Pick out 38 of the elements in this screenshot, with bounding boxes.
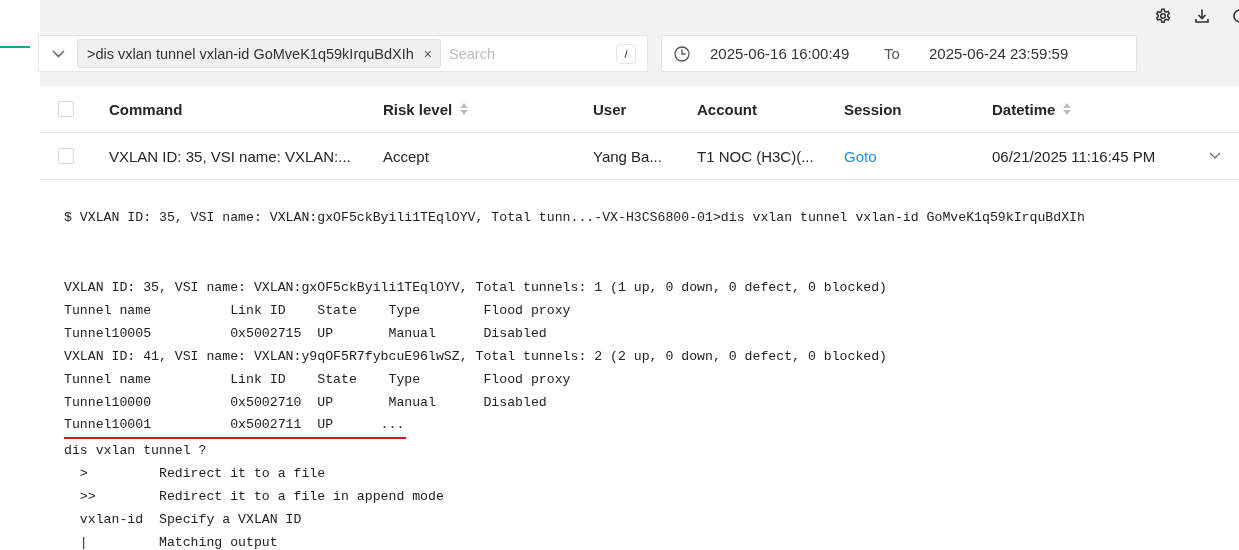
column-header: Command [109, 100, 184, 118]
clock-icon [674, 45, 690, 62]
output-line: VXLAN ID: 41, VSI name: VXLAN:y9qOF5R7fybcuE96lwSZ, Total tunnels: 2 (2 up, 0 down, 0 defect, 0 blocked) [64, 348, 888, 366]
output-line: Tunnel10005 0x5002715 UP Manual Disabled [64, 325, 547, 343]
column-header: Session [844, 100, 903, 118]
table-cell-text: Yang Ba... [593, 147, 663, 165]
command-line: $ VXLAN ID: 35, VSI name: VXLAN:gxOF5ckByili1TEqlOYV, Total tunn...-VX-H3CS6800-01>dis vxlan tunnel vxlan-id GoMveK1q59kIrquBdXIh [64, 209, 1085, 227]
table-cell-text: 06/21/2025 11:16:45 PM [992, 147, 1157, 165]
range-separator: To [884, 45, 901, 62]
column-header: User [593, 100, 628, 118]
column-header[interactable]: Risk level [383, 100, 453, 118]
goto-link[interactable]: Goto [844, 147, 877, 165]
end-date[interactable]: 2025-06-24 23:59:59 [929, 45, 1069, 62]
settings-icon[interactable] [1155, 7, 1171, 24]
table-cell-text: VXLAN ID: 35, VSI name: VXLAN:... [109, 147, 352, 165]
column-header[interactable]: Datetime [992, 100, 1056, 118]
output-line: VXLAN ID: 35, VSI name: VXLAN:gxOF5ckByili1TEqlOYV, Total tunnels: 1 (1 up, 0 down, 0 defect, 0 blocked) [64, 279, 888, 297]
output-line: | Matching output [78, 534, 278, 550]
shortcut-key: / [616, 43, 636, 64]
output-line: Tunnel name Link ID State Type Flood proxy [64, 371, 571, 389]
output-line: > Redirect it to a file [78, 465, 326, 483]
filter-tag[interactable]: >dis vxlan tunnel vxlan-id GoMveK1q59kIrquBdXIh × [77, 39, 442, 68]
output-line: >> Redirect it to a file in append mode [78, 488, 444, 506]
download-icon[interactable] [1194, 7, 1210, 24]
output-line: dis vxlan tunnel ? [64, 442, 207, 460]
table-cell-text: Accept [383, 147, 430, 165]
chevron-down-icon[interactable] [1209, 152, 1221, 160]
table-cell-text: T1 NOC (H3C)(... [697, 147, 815, 165]
output-line: Tunnel10000 0x5002710 UP Manual Disabled [64, 394, 547, 412]
output-line: Tunnel name Link ID State Type Flood proxy [64, 302, 571, 320]
underlined-output-line: Tunnel10001 0x5002711 UP ... [64, 414, 407, 439]
close-icon[interactable]: × [423, 45, 433, 62]
row-checkbox[interactable] [58, 148, 74, 164]
output-line: vxlan-id Specify a VXLAN ID [78, 511, 302, 529]
column-header: Account [697, 100, 758, 118]
select-all-checkbox[interactable] [58, 101, 74, 117]
chevron-down-icon[interactable] [52, 49, 65, 58]
start-date[interactable]: 2025-06-16 16:00:49 [710, 45, 884, 62]
